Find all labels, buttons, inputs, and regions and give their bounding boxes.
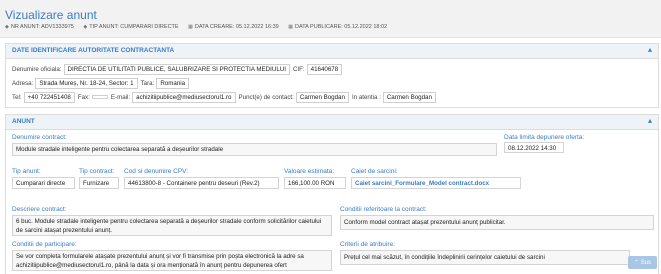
criterii-value: Prețul cel mai scăzut, în condițiile înd… — [340, 250, 630, 265]
conditii-part-label: Conditii de participare: — [12, 241, 77, 248]
fax-value — [91, 95, 108, 99]
tel-label: Tel: — [12, 94, 22, 101]
valoare-amount: 166,100.00 — [288, 180, 319, 187]
conditii-part-value: Se vor completa formularele atașate prez… — [12, 250, 332, 271]
valoare-label: Valoare estimata: — [284, 168, 335, 175]
scroll-to-top-button[interactable]: ⌃ Sus — [627, 256, 657, 269]
tag-icon: ◆ — [5, 24, 9, 30]
caiet-box: Caiet sarcini_Formulare_Model contract.d… — [351, 177, 521, 189]
contact-label: Punct(e) de contact: — [238, 94, 294, 101]
authority-section-title: DATE IDENTIFICARE AUTORITATE CONTRACTANT… — [12, 47, 175, 54]
tip-contract-label: Tip contract: — [79, 168, 115, 175]
calendar-icon: ▦ — [188, 24, 193, 30]
chevron-up-icon[interactable]: ▴ — [648, 45, 652, 54]
tip-contract-value: Furnizare — [79, 177, 119, 189]
cif-value: 41640678 — [306, 64, 343, 75]
cif-label: CIF: — [292, 66, 305, 73]
tag-icon: ◆ — [83, 24, 88, 30]
scroll-up-label: Sus — [640, 260, 651, 266]
atentia-value: Carmen Bogdan — [382, 92, 436, 103]
email-value: achizitiipublice@mediusectorul1.ro — [132, 92, 236, 103]
authority-panel-header[interactable]: DATE IDENTIFICARE AUTORITATE CONTRACTANT… — [6, 44, 658, 59]
atentia-label: In atentia : — [351, 94, 381, 101]
caiet-label: Caiet de sarcini: — [351, 168, 398, 175]
tip-anunt: TIP ANUNT: CUMPARARI DIRECTE — [89, 24, 179, 30]
descriere-value: 6 buc. Module stradale inteligente pentr… — [12, 215, 332, 236]
caiet-download-link[interactable]: Caiet sarcini_Formulare_Model contract.d… — [355, 180, 489, 187]
adresa-label: Adresa: — [12, 80, 34, 87]
authority-row-name: Denumire oficiala: DIRECTIA DE UTILITATI … — [12, 64, 345, 75]
email-label: E-mail: — [110, 94, 131, 101]
tip-anunt-label: Tip anunt: — [12, 168, 41, 175]
conditii-ref-value: Conform model contract atașat prezentulu… — [340, 215, 654, 230]
criterii-label: Criterii de atribuire: — [340, 241, 395, 248]
tara-value: Romania — [156, 78, 190, 89]
fax-label: Fax: — [77, 94, 90, 101]
data-limita-label: Data limita depunere oferta: — [504, 134, 585, 141]
chevron-up-icon[interactable]: ▴ — [648, 116, 652, 125]
tip-anunt-value: Cumparari directe — [12, 177, 75, 189]
page-header: Vizualizare anunt ◆ NR ANUNT: ADV1333975 … — [0, 0, 661, 38]
chevron-up-icon: ⌃ — [633, 260, 639, 266]
authority-row-contact: Tel: +40 722451408 Fax: E-mail: achizitiipub… — [12, 92, 439, 103]
adresa-value: Strada Mureș, Nr. 18-24, Sector: 1 — [35, 78, 138, 89]
denumire-label: Denumire oficiala: — [12, 66, 62, 73]
page-title: Vizualizare anunt — [5, 8, 97, 22]
anunt-panel: ANUNT ▴ Denumire contract: Module strada… — [5, 114, 659, 274]
anunt-section-title: ANUNT — [12, 118, 35, 125]
data-limita-value: 08.12.2022 14:30 — [504, 142, 564, 153]
authority-row-address: Adresa: Strada Mureș, Nr. 18-24, Sector: … — [12, 78, 192, 89]
announcement-meta: ◆ NR ANUNT: ADV1333975 ◆ TIP ANUNT: CUMPAR… — [5, 24, 395, 30]
valoare-currency: RON — [320, 180, 335, 187]
tel-value: +40 722451408 — [23, 92, 75, 103]
denumire-contract-value: Module stradale inteligente pentru colec… — [12, 143, 497, 156]
authority-panel: DATE IDENTIFICARE AUTORITATE CONTRACTANT… — [5, 43, 659, 108]
tara-label: Tara: — [140, 80, 155, 87]
calendar-icon: ▦ — [288, 24, 293, 30]
data-creare: DATA CREARE: 05.12.2022 16:39 — [194, 24, 279, 30]
descriere-label: Descriere contract: — [12, 206, 67, 213]
data-publicare: DATA PUBLICARE: 05.12.2022 18:02 — [294, 24, 388, 30]
valoare-value: 166,100.00 RON — [284, 177, 346, 189]
cpv-value: 44613800-8 - Containere pentru deseuri (… — [124, 177, 279, 189]
denumire-value: DIRECTIA DE UTILITATI PUBLICE, SALUBRIZA… — [63, 64, 290, 75]
cpv-label: Cod si denumire CPV: — [124, 168, 189, 175]
contact-value: Carmen Bogdan — [295, 92, 349, 103]
nr-anunt: NR ANUNT: ADV1333975 — [10, 24, 74, 30]
denumire-contract-label: Denumire contract: — [12, 134, 67, 141]
anunt-panel-header[interactable]: ANUNT ▴ — [6, 115, 658, 130]
conditii-ref-label: Conditii referitoare la contract: — [340, 206, 427, 213]
